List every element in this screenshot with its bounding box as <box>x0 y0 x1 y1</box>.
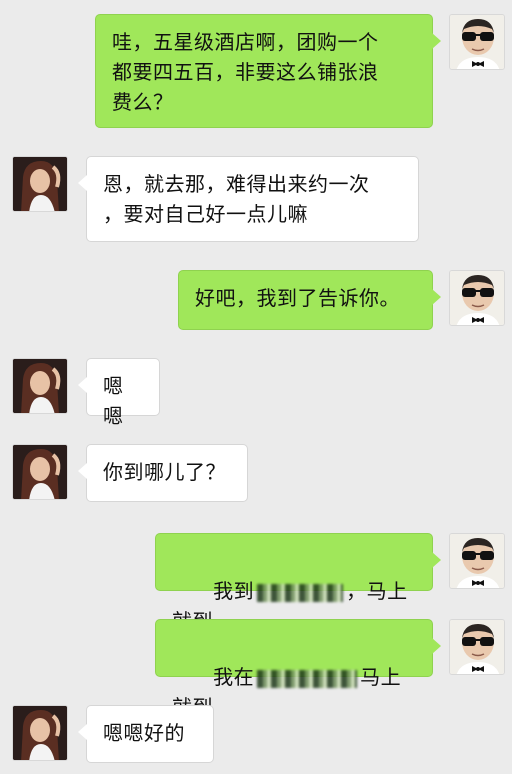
male-avatar-icon[interactable] <box>449 533 505 589</box>
received-message-bubble[interactable]: 恩，就去那，难得出来约一次 ，要对自己好一点儿嘛 <box>78 156 419 242</box>
female-avatar-icon[interactable] <box>12 705 68 761</box>
sent-message-bubble[interactable]: 哇，五星级酒店啊，团购一个 都要四五百，非要这么铺张浪 费么？ <box>95 14 441 128</box>
female-avatar-icon[interactable] <box>12 444 68 500</box>
redacted-location <box>257 583 344 602</box>
message-text-start: 我到 <box>213 579 255 603</box>
sent-message-bubble[interactable]: 好吧，我到了告诉你。 <box>178 270 441 330</box>
male-avatar-icon[interactable] <box>449 619 505 675</box>
received-message-bubble[interactable]: 嗯嗯好的 <box>78 705 214 763</box>
female-avatar-icon[interactable] <box>12 156 68 212</box>
message-text-start: 我在 <box>213 665 255 689</box>
male-avatar-icon[interactable] <box>449 14 505 70</box>
received-message-bubble[interactable]: 你到哪儿了？ <box>78 444 248 502</box>
received-message-bubble[interactable]: 嗯嗯 <box>78 358 160 428</box>
male-avatar-icon[interactable] <box>449 270 505 326</box>
sent-message-bubble[interactable]: 我到，马上就到 <box>155 533 441 633</box>
redacted-location <box>257 669 358 688</box>
female-avatar-icon[interactable] <box>12 358 68 414</box>
sent-message-bubble[interactable]: 我在马上就到 <box>155 619 441 719</box>
chat-conversation: 哇，五星级酒店啊，团购一个 都要四五百，非要这么铺张浪 费么？ 恩，就去那，难得… <box>0 0 512 774</box>
